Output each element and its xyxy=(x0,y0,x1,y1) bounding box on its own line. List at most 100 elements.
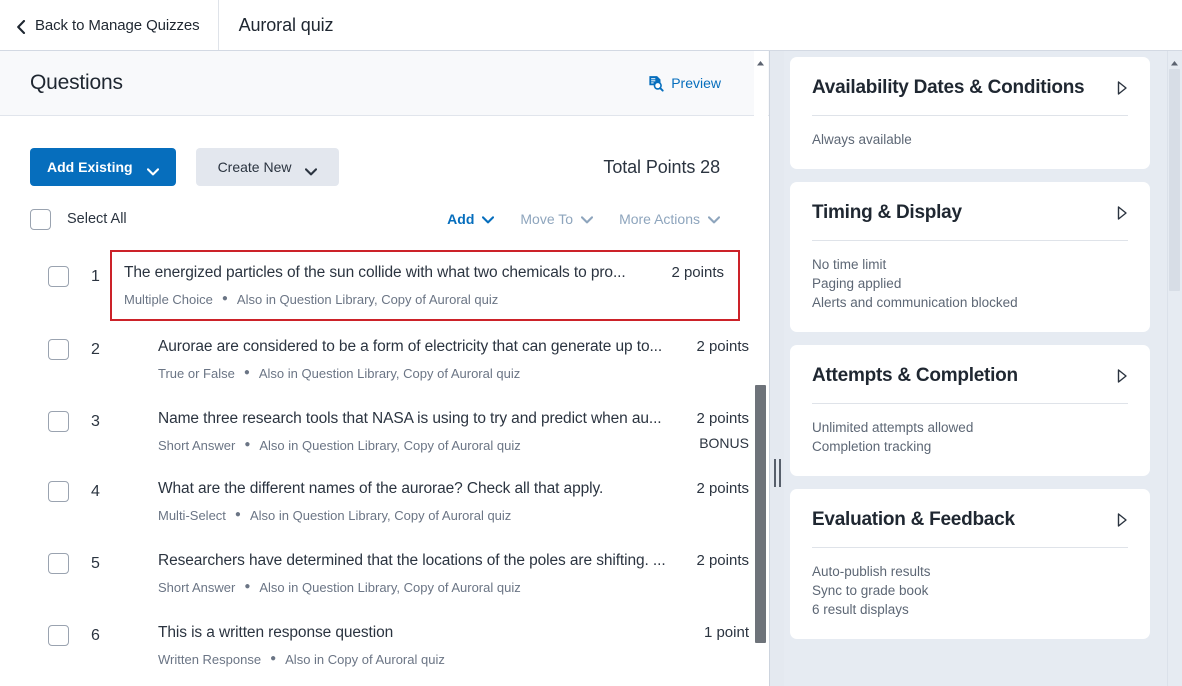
add-existing-label: Add Existing xyxy=(47,159,133,175)
questions-scrollbar-thumb[interactable] xyxy=(755,385,766,643)
bullet-separator-icon: ● xyxy=(243,367,250,378)
chevron-down-icon xyxy=(707,211,721,227)
card-line: Always available xyxy=(812,132,912,147)
card-attempts-and-completion: Attempts & Completion Unlimited attempts… xyxy=(790,345,1150,476)
preview-label: Preview xyxy=(671,75,721,91)
add-menu-label: Add xyxy=(447,211,475,227)
question-type: Multiple Choice xyxy=(124,292,213,307)
question-points-block: 2 points xyxy=(667,337,749,355)
question-points-block: 2 points xyxy=(667,551,749,569)
document-search-icon xyxy=(647,75,664,92)
more-actions-menu-label: More Actions xyxy=(619,211,700,227)
triangle-right-icon[interactable] xyxy=(1116,512,1128,528)
add-menu-button[interactable]: Add xyxy=(447,211,495,227)
question-number: 2 xyxy=(91,340,100,358)
question-text: Researchers have determined that the loc… xyxy=(158,552,666,569)
move-to-menu-button[interactable]: Move To xyxy=(520,211,594,227)
question-content: Researchers have determined that the loc… xyxy=(158,551,667,595)
more-actions-menu-button[interactable]: More Actions xyxy=(619,211,721,227)
question-checkbox[interactable] xyxy=(48,339,69,360)
question-type: True or False xyxy=(158,366,235,381)
question-location: Also in Question Library, Copy of Aurora… xyxy=(259,438,521,453)
card-title: Attempts & Completion xyxy=(812,365,1018,386)
question-location: Also in Question Library, Copy of Aurora… xyxy=(249,508,512,523)
question-points-block: 2 points xyxy=(667,479,749,497)
card-header-timing[interactable]: Timing & Display xyxy=(812,182,1128,241)
question-text: What are the different names of the auro… xyxy=(158,480,604,497)
card-line: Alerts and communication blocked xyxy=(812,295,1018,310)
add-existing-button[interactable]: Add Existing xyxy=(30,148,176,186)
question-points: 2 points xyxy=(696,552,749,569)
question-meta: True or False ● Also in Question Library… xyxy=(158,366,667,381)
chevron-down-icon xyxy=(482,211,495,227)
card-line: Completion tracking xyxy=(812,439,932,454)
card-header-availability[interactable]: Availability Dates & Conditions xyxy=(812,57,1128,116)
back-to-manage-quizzes-button[interactable]: Back to Manage Quizzes xyxy=(0,0,219,50)
question-text: Aurorae are considered to be a form of e… xyxy=(158,338,663,355)
bullet-separator-icon: ● xyxy=(244,581,251,592)
question-number: 5 xyxy=(91,554,100,572)
pane-splitter[interactable] xyxy=(770,51,784,686)
table-row[interactable]: 4 What are the different names of the au… xyxy=(0,465,769,535)
question-checkbox[interactable] xyxy=(48,411,69,432)
settings-scrollbar-thumb[interactable] xyxy=(1169,69,1180,291)
question-meta: Short Answer ● Also in Question Library,… xyxy=(158,438,667,453)
card-line: Auto-publish results xyxy=(812,564,931,579)
scroll-up-arrow-icon[interactable] xyxy=(756,55,765,66)
table-row[interactable]: 5 Researchers have determined that the l… xyxy=(0,535,769,607)
table-row[interactable]: 1 The energized particles of the sun col… xyxy=(0,242,769,321)
settings-scrollbar[interactable] xyxy=(1167,51,1182,686)
bullet-separator-icon: ● xyxy=(244,439,251,450)
question-points: 2 points xyxy=(696,410,749,427)
card-body-attempts: Unlimited attempts allowed Completion tr… xyxy=(812,404,1128,476)
question-checkbox[interactable] xyxy=(48,266,69,287)
question-text: This is a written response question xyxy=(158,624,394,641)
questions-scrollbar[interactable] xyxy=(754,51,768,686)
select-all-checkbox[interactable] xyxy=(30,208,51,230)
question-checkbox[interactable] xyxy=(48,625,69,646)
question-content: Aurorae are considered to be a form of e… xyxy=(158,337,667,381)
table-row[interactable]: 2 Aurorae are considered to be a form of… xyxy=(0,321,769,393)
triangle-right-icon[interactable] xyxy=(1116,205,1128,221)
preview-button[interactable]: Preview xyxy=(647,75,749,92)
question-checkbox[interactable] xyxy=(48,553,69,574)
card-body-timing: No time limit Paging applied Alerts and … xyxy=(812,241,1128,332)
question-points: 2 points xyxy=(671,264,724,281)
questions-pane: Questions Preview Add Existing Create Ne… xyxy=(0,51,770,686)
question-highlight-box: The energized particles of the sun colli… xyxy=(110,250,740,321)
select-all-label: Select All xyxy=(67,211,127,227)
question-number: 4 xyxy=(91,482,100,500)
card-body-evaluation: Auto-publish results Sync to grade book … xyxy=(812,548,1128,639)
question-content: This is a written response question Writ… xyxy=(158,623,667,667)
chevron-down-icon xyxy=(305,163,318,176)
bullet-separator-icon: ● xyxy=(270,653,277,664)
question-meta: Written Response ● Also in Copy of Auror… xyxy=(158,652,667,667)
create-new-label: Create New xyxy=(217,159,292,175)
card-body-availability: Always available xyxy=(812,116,1128,169)
question-type: Multi-Select xyxy=(158,508,226,523)
question-content: The energized particles of the sun colli… xyxy=(124,263,642,307)
main-stage: Questions Preview Add Existing Create Ne… xyxy=(0,51,1182,686)
triangle-right-icon[interactable] xyxy=(1116,80,1128,96)
top-bar: Back to Manage Quizzes Auroral quiz xyxy=(0,0,1182,51)
create-new-button[interactable]: Create New xyxy=(195,148,340,186)
table-row[interactable]: 3 Name three research tools that NASA is… xyxy=(0,393,769,465)
question-type: Short Answer xyxy=(158,438,236,453)
question-type: Short Answer xyxy=(158,580,236,595)
question-points: 2 points xyxy=(696,480,749,497)
question-number: 6 xyxy=(91,626,100,644)
question-location: Also in Question Library, Copy of Aurora… xyxy=(259,580,521,595)
card-header-evaluation[interactable]: Evaluation & Feedback xyxy=(812,489,1128,548)
question-list: 1 The energized particles of the sun col… xyxy=(0,242,769,679)
settings-pane: Availability Dates & Conditions Always a… xyxy=(784,51,1182,686)
table-row[interactable]: 6 This is a written response question Wr… xyxy=(0,607,769,679)
question-checkbox[interactable] xyxy=(48,481,69,502)
scroll-up-arrow-icon[interactable] xyxy=(1170,55,1179,66)
question-content: What are the different names of the auro… xyxy=(158,479,667,523)
card-header-attempts[interactable]: Attempts & Completion xyxy=(812,345,1128,404)
triangle-right-icon[interactable] xyxy=(1116,368,1128,384)
status-badge: BONUS xyxy=(699,435,749,451)
questions-action-row: Add Existing Create New Total Points 28 xyxy=(0,116,769,196)
question-number: 1 xyxy=(91,267,100,285)
question-location: Also in Question Library, Copy of Aurora… xyxy=(258,366,521,381)
